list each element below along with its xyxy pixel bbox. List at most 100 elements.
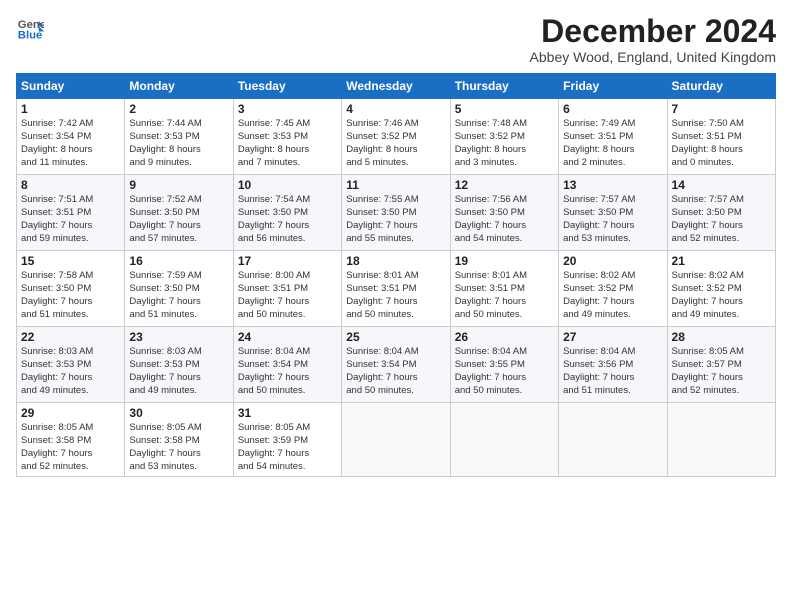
calendar-cell: 12 Sunrise: 7:56 AM Sunset: 3:50 PM Dayli… xyxy=(450,175,558,251)
day-number: 18 xyxy=(346,254,445,268)
day-number: 8 xyxy=(21,178,120,192)
calendar-cell: 15Sunrise: 7:58 AM Sunset: 3:50 PM Dayli… xyxy=(17,251,125,327)
calendar-cell: 10Sunrise: 7:54 AM Sunset: 3:50 PM Dayli… xyxy=(233,175,341,251)
day-info: Sunrise: 8:01 AM Sunset: 3:51 PM Dayligh… xyxy=(455,270,554,321)
day-number: 4 xyxy=(346,102,445,116)
day-number: 16 xyxy=(129,254,228,268)
calendar-cell: 6 Sunrise: 7:49 AM Sunset: 3:51 PM Daylig… xyxy=(559,99,667,175)
calendar-cell: 14Sunrise: 7:57 AM Sunset: 3:50 PM Dayli… xyxy=(667,175,775,251)
day-info: Sunrise: 8:05 AM Sunset: 3:58 PM Dayligh… xyxy=(21,422,120,473)
day-of-week-header: Friday xyxy=(559,74,667,99)
day-of-week-header: Monday xyxy=(125,74,233,99)
day-info: Sunrise: 7:44 AM Sunset: 3:53 PM Dayligh… xyxy=(129,118,228,169)
calendar-table: SundayMondayTuesdayWednesdayThursdayFrid… xyxy=(16,73,776,477)
day-info: Sunrise: 7:50 AM Sunset: 3:51 PM Dayligh… xyxy=(672,118,771,169)
svg-text:Blue: Blue xyxy=(18,30,43,42)
day-number: 9 xyxy=(129,178,228,192)
day-info: Sunrise: 8:04 AM Sunset: 3:56 PM Dayligh… xyxy=(563,346,662,397)
day-number: 21 xyxy=(672,254,771,268)
day-number: 31 xyxy=(238,406,337,420)
calendar-cell: 4 Sunrise: 7:46 AM Sunset: 3:52 PM Daylig… xyxy=(342,99,450,175)
day-info: Sunrise: 8:05 AM Sunset: 3:58 PM Dayligh… xyxy=(129,422,228,473)
day-number: 10 xyxy=(238,178,337,192)
calendar-cell: 30 Sunrise: 8:05 AM Sunset: 3:58 PM Dayli… xyxy=(125,403,233,477)
day-number: 23 xyxy=(129,330,228,344)
logo: General Blue xyxy=(16,14,44,42)
calendar-cell: 25 Sunrise: 8:04 AM Sunset: 3:54 PM Dayli… xyxy=(342,327,450,403)
calendar-cell: 7Sunrise: 7:50 AM Sunset: 3:51 PM Daylig… xyxy=(667,99,775,175)
calendar-cell xyxy=(450,403,558,477)
calendar-cell: 29 Sunrise: 8:05 AM Sunset: 3:58 PM Dayli… xyxy=(17,403,125,477)
day-info: Sunrise: 7:57 AM Sunset: 3:50 PM Dayligh… xyxy=(563,194,662,245)
calendar-cell: 1 Sunrise: 7:42 AM Sunset: 3:54 PM Daylig… xyxy=(17,99,125,175)
day-info: Sunrise: 8:04 AM Sunset: 3:54 PM Dayligh… xyxy=(238,346,337,397)
day-number: 30 xyxy=(129,406,228,420)
day-number: 1 xyxy=(21,102,120,116)
calendar-cell: 11 Sunrise: 7:55 AM Sunset: 3:50 PM Dayli… xyxy=(342,175,450,251)
day-info: Sunrise: 7:56 AM Sunset: 3:50 PM Dayligh… xyxy=(455,194,554,245)
day-info: Sunrise: 7:57 AM Sunset: 3:50 PM Dayligh… xyxy=(672,194,771,245)
day-info: Sunrise: 8:02 AM Sunset: 3:52 PM Dayligh… xyxy=(563,270,662,321)
day-info: Sunrise: 7:42 AM Sunset: 3:54 PM Dayligh… xyxy=(21,118,120,169)
day-number: 11 xyxy=(346,178,445,192)
day-number: 24 xyxy=(238,330,337,344)
calendar-cell: 5Sunrise: 7:48 AM Sunset: 3:52 PM Daylig… xyxy=(450,99,558,175)
calendar-header-row: SundayMondayTuesdayWednesdayThursdayFrid… xyxy=(17,74,776,99)
day-info: Sunrise: 8:05 AM Sunset: 3:59 PM Dayligh… xyxy=(238,422,337,473)
day-info: Sunrise: 7:59 AM Sunset: 3:50 PM Dayligh… xyxy=(129,270,228,321)
day-info: Sunrise: 8:03 AM Sunset: 3:53 PM Dayligh… xyxy=(21,346,120,397)
day-of-week-header: Sunday xyxy=(17,74,125,99)
day-info: Sunrise: 7:49 AM Sunset: 3:51 PM Dayligh… xyxy=(563,118,662,169)
day-info: Sunrise: 7:52 AM Sunset: 3:50 PM Dayligh… xyxy=(129,194,228,245)
day-of-week-header: Wednesday xyxy=(342,74,450,99)
day-number: 6 xyxy=(563,102,662,116)
calendar-cell: 18 Sunrise: 8:01 AM Sunset: 3:51 PM Dayli… xyxy=(342,251,450,327)
calendar-cell: 21 Sunrise: 8:02 AM Sunset: 3:52 PM Dayli… xyxy=(667,251,775,327)
calendar-cell: 24 Sunrise: 8:04 AM Sunset: 3:54 PM Dayli… xyxy=(233,327,341,403)
location: Abbey Wood, England, United Kingdom xyxy=(530,49,776,65)
calendar-cell xyxy=(559,403,667,477)
page: General Blue December 2024 Abbey Wood, E… xyxy=(0,0,792,612)
day-number: 19 xyxy=(455,254,554,268)
day-number: 12 xyxy=(455,178,554,192)
calendar-cell: 23 Sunrise: 8:03 AM Sunset: 3:53 PM Dayli… xyxy=(125,327,233,403)
day-info: Sunrise: 7:46 AM Sunset: 3:52 PM Dayligh… xyxy=(346,118,445,169)
day-info: Sunrise: 8:00 AM Sunset: 3:51 PM Dayligh… xyxy=(238,270,337,321)
day-info: Sunrise: 7:51 AM Sunset: 3:51 PM Dayligh… xyxy=(21,194,120,245)
day-number: 5 xyxy=(455,102,554,116)
day-of-week-header: Tuesday xyxy=(233,74,341,99)
day-of-week-header: Saturday xyxy=(667,74,775,99)
calendar-cell: 28 Sunrise: 8:05 AM Sunset: 3:57 PM Dayli… xyxy=(667,327,775,403)
day-info: Sunrise: 8:03 AM Sunset: 3:53 PM Dayligh… xyxy=(129,346,228,397)
calendar-cell xyxy=(667,403,775,477)
calendar-cell: 20Sunrise: 8:02 AM Sunset: 3:52 PM Dayli… xyxy=(559,251,667,327)
month-title: December 2024 xyxy=(530,14,776,49)
calendar-cell: 26Sunrise: 8:04 AM Sunset: 3:55 PM Dayli… xyxy=(450,327,558,403)
calendar-cell: 8 Sunrise: 7:51 AM Sunset: 3:51 PM Daylig… xyxy=(17,175,125,251)
calendar-cell: 2 Sunrise: 7:44 AM Sunset: 3:53 PM Daylig… xyxy=(125,99,233,175)
day-info: Sunrise: 8:04 AM Sunset: 3:54 PM Dayligh… xyxy=(346,346,445,397)
calendar-cell xyxy=(342,403,450,477)
day-info: Sunrise: 7:55 AM Sunset: 3:50 PM Dayligh… xyxy=(346,194,445,245)
calendar-cell: 13Sunrise: 7:57 AM Sunset: 3:50 PM Dayli… xyxy=(559,175,667,251)
day-number: 2 xyxy=(129,102,228,116)
day-number: 3 xyxy=(238,102,337,116)
logo-icon: General Blue xyxy=(16,14,44,42)
calendar-cell: 22Sunrise: 8:03 AM Sunset: 3:53 PM Dayli… xyxy=(17,327,125,403)
day-info: Sunrise: 8:05 AM Sunset: 3:57 PM Dayligh… xyxy=(672,346,771,397)
title-block: December 2024 Abbey Wood, England, Unite… xyxy=(530,14,776,65)
day-number: 15 xyxy=(21,254,120,268)
day-number: 29 xyxy=(21,406,120,420)
day-of-week-header: Thursday xyxy=(450,74,558,99)
day-info: Sunrise: 7:45 AM Sunset: 3:53 PM Dayligh… xyxy=(238,118,337,169)
calendar-cell: 9 Sunrise: 7:52 AM Sunset: 3:50 PM Daylig… xyxy=(125,175,233,251)
calendar-cell: 31 Sunrise: 8:05 AM Sunset: 3:59 PM Dayli… xyxy=(233,403,341,477)
day-info: Sunrise: 8:01 AM Sunset: 3:51 PM Dayligh… xyxy=(346,270,445,321)
calendar-cell: 16 Sunrise: 7:59 AM Sunset: 3:50 PM Dayli… xyxy=(125,251,233,327)
day-info: Sunrise: 8:04 AM Sunset: 3:55 PM Dayligh… xyxy=(455,346,554,397)
day-info: Sunrise: 8:02 AM Sunset: 3:52 PM Dayligh… xyxy=(672,270,771,321)
calendar-cell: 17Sunrise: 8:00 AM Sunset: 3:51 PM Dayli… xyxy=(233,251,341,327)
day-number: 25 xyxy=(346,330,445,344)
day-number: 27 xyxy=(563,330,662,344)
day-number: 28 xyxy=(672,330,771,344)
